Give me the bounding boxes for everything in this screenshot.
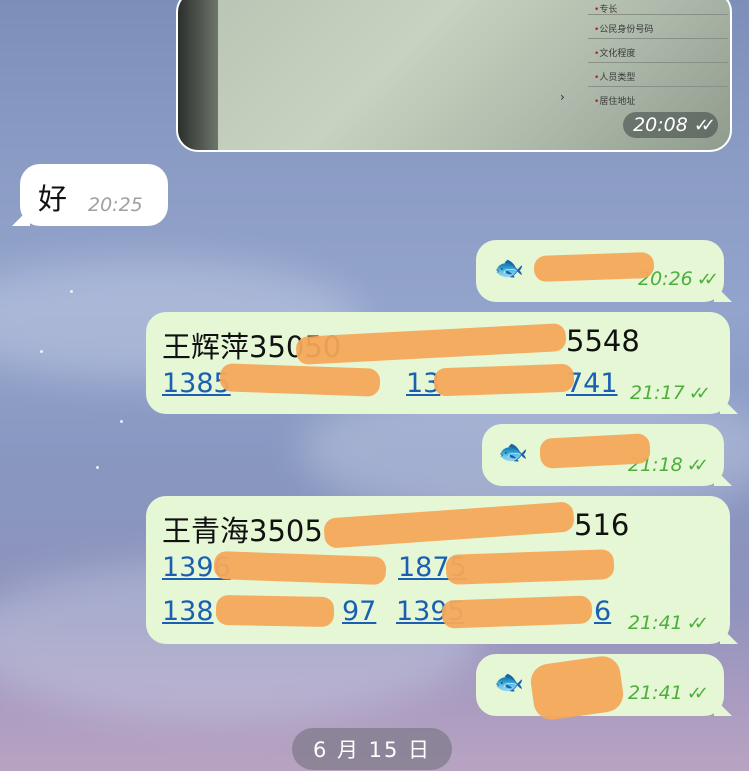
- chevron-right-icon: ›: [560, 90, 565, 104]
- phone-link-tail[interactable]: 6: [594, 596, 611, 627]
- redaction-mark: [213, 551, 387, 585]
- message-timestamp: 21:41 ✓✓: [628, 612, 709, 634]
- background-star: [96, 466, 99, 469]
- form-line: [588, 62, 728, 63]
- redaction-mark: [445, 549, 615, 585]
- message-timestamp: 21:41 ✓✓: [628, 682, 709, 704]
- photo-message[interactable]: › •专长 •公民身份号码 •文化程度 •人员类型 •居住地址 20:08 ✓✓: [176, 0, 732, 152]
- redaction-mark: [539, 433, 651, 469]
- message-timestamp: 21:17 ✓✓: [630, 382, 711, 404]
- outgoing-message[interactable]: 🐟 21:18 ✓✓: [482, 424, 732, 486]
- redaction-mark: [528, 654, 626, 722]
- photo-timestamp: 20:08 ✓✓: [623, 112, 718, 138]
- form-line: [588, 14, 728, 15]
- message-text: 王青海3505: [162, 514, 323, 548]
- redaction-mark: [441, 595, 593, 629]
- message-text: 好: [38, 182, 68, 216]
- outgoing-message[interactable]: 王青海3505 516 1396 1875 138 97 1395 6 21:4…: [146, 496, 738, 644]
- form-label: •文化程度: [594, 49, 636, 59]
- bubble-tail: [720, 626, 738, 644]
- bubble-tail: [720, 396, 738, 414]
- outgoing-message[interactable]: 🐟 21:41 ✓✓: [476, 654, 732, 722]
- message-text-tail: 5548: [566, 324, 640, 358]
- form-line: [588, 38, 728, 39]
- background-star: [120, 420, 123, 423]
- background-star: [40, 350, 43, 353]
- bubble-tail: [12, 208, 30, 226]
- background-star: [70, 290, 73, 293]
- read-checkmarks-icon: ✓✓: [686, 454, 709, 476]
- redaction-mark: [533, 251, 655, 283]
- read-checkmarks-icon: ✓✓: [693, 114, 716, 136]
- form-label: •人员类型: [594, 73, 636, 83]
- phone-link-tail[interactable]: 97: [342, 596, 376, 627]
- outgoing-message[interactable]: 🐟 20:26 ✓✓: [476, 240, 732, 302]
- redaction-mark: [219, 363, 381, 397]
- message-timestamp: 20:25: [88, 194, 143, 216]
- photo-edge: [178, 0, 218, 150]
- outgoing-message[interactable]: 王辉萍35050 5548 1385 13 741 21:17 ✓✓: [146, 312, 738, 414]
- form-label: •居住地址: [594, 97, 636, 107]
- read-checkmarks-icon: ✓✓: [696, 268, 719, 290]
- form-label: •公民身份号码: [594, 25, 654, 35]
- date-separator: 6 月 15 日: [292, 728, 452, 770]
- phone-link[interactable]: 138: [162, 596, 214, 627]
- fish-icon: 🐟: [494, 668, 524, 696]
- redaction-mark: [215, 594, 335, 628]
- fish-icon: 🐟: [498, 438, 528, 466]
- read-checkmarks-icon: ✓✓: [686, 682, 709, 704]
- read-checkmarks-icon: ✓✓: [688, 382, 711, 404]
- redaction-mark: [433, 363, 575, 397]
- incoming-message[interactable]: 好 20:25: [12, 164, 168, 226]
- redaction-mark: [323, 501, 575, 549]
- form-line: [588, 86, 728, 87]
- message-text-tail: 516: [574, 508, 630, 542]
- bubble-tail: [714, 284, 732, 302]
- phone-link-tail[interactable]: 741: [566, 368, 618, 399]
- fish-icon: 🐟: [494, 254, 524, 282]
- read-checkmarks-icon: ✓✓: [686, 612, 709, 634]
- bubble-tail: [714, 698, 732, 716]
